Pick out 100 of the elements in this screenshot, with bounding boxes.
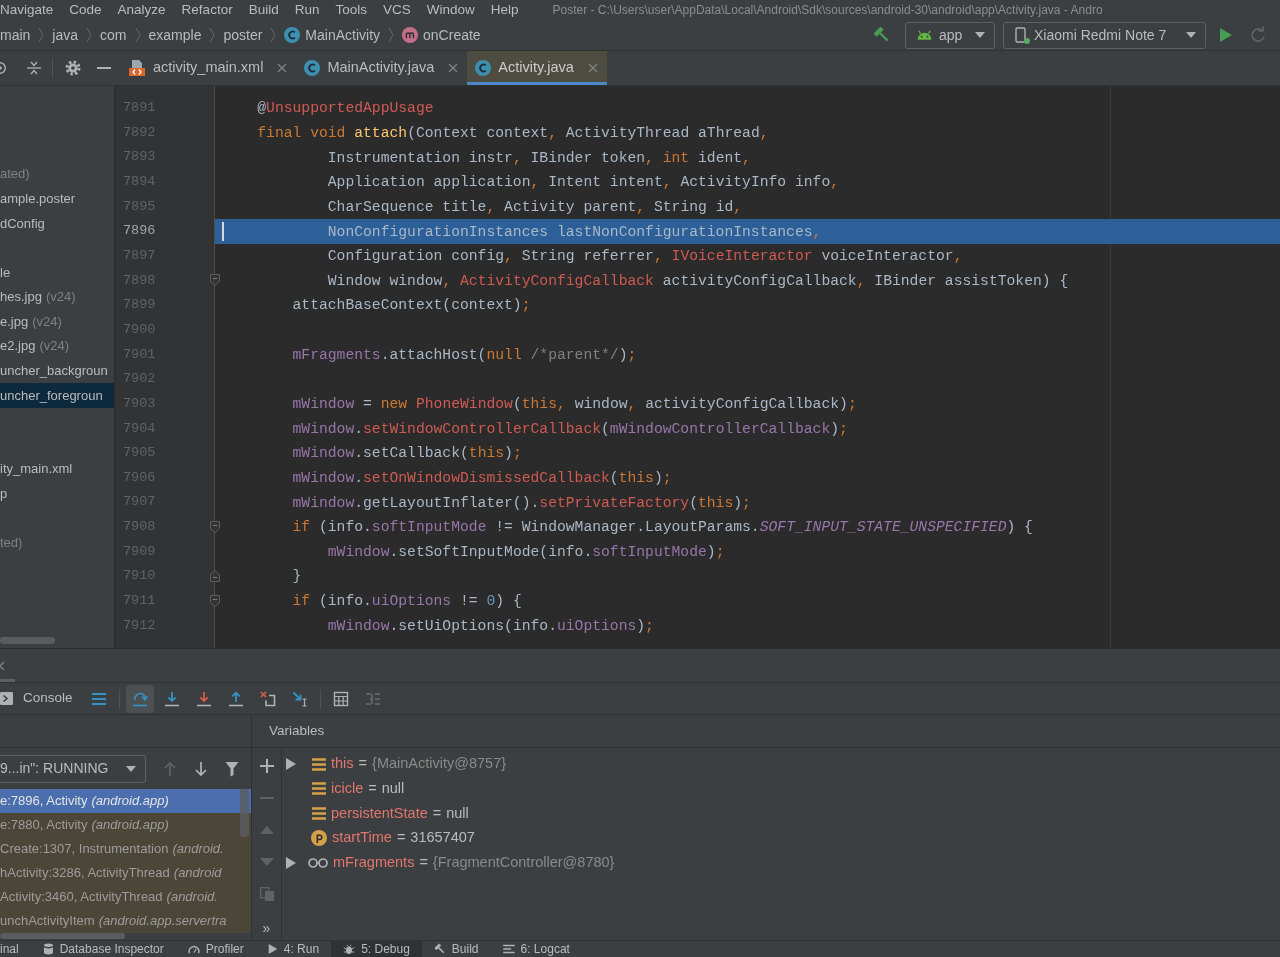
- console-icon: [0, 692, 13, 705]
- triangle-up-icon: [259, 826, 274, 834]
- settings-icon[interactable]: [65, 60, 81, 76]
- tree-item[interactable]: hes.jpg (v24): [0, 284, 76, 310]
- stripes-icon: [312, 782, 326, 796]
- editor-tab[interactable]: MainActivity.java: [296, 51, 468, 85]
- code-line: if (info.uiOptions != 0) {: [292, 592, 522, 612]
- line-number: 7896: [122, 222, 156, 241]
- caret-icon: [126, 765, 136, 772]
- xml-file-icon: [128, 59, 146, 77]
- breadcrumb[interactable]: onCreate: [402, 24, 481, 46]
- close-icon[interactable]: [587, 63, 598, 73]
- variable-entry[interactable]: mFragments = {FragmentController@8780}: [333, 851, 615, 874]
- target-icon[interactable]: [0, 61, 6, 75]
- breadcrumb[interactable]: poster: [223, 24, 263, 46]
- device-dropdown[interactable]: Xiaomi Redmi Note 7: [1003, 21, 1206, 49]
- stack-frame[interactable]: hActivity:3286, ActivityThread (android: [0, 861, 251, 885]
- tree-item[interactable]: e2.jpg (v24): [0, 333, 70, 359]
- play-icon: [1219, 27, 1233, 43]
- editor-tab[interactable]: activity_main.xml: [120, 51, 297, 85]
- menu-item[interactable]: Help: [490, 0, 519, 21]
- menu-item[interactable]: Window: [426, 0, 475, 21]
- tool-window-button[interactable]: Profiler: [175, 941, 256, 957]
- tool-window-button[interactable]: 5: Debug: [331, 941, 422, 957]
- breadcrumb[interactable]: com: [100, 24, 127, 46]
- tool-window-button[interactable]: 6: Logcat: [490, 941, 582, 957]
- tool-window-button[interactable]: 4: Run: [255, 941, 332, 957]
- console-tab[interactable]: Console: [0, 683, 81, 714]
- tree-item[interactable]: uncher_backgroun: [0, 358, 108, 384]
- breadcrumb[interactable]: MainActivity: [284, 24, 381, 46]
- tool-window-button[interactable]: Build: [421, 941, 491, 957]
- stack-frame[interactable]: e:7880, Activity (android.app): [0, 813, 251, 837]
- thread-dropdown[interactable]: 9...in": RUNNING: [0, 754, 146, 783]
- code-line: mWindow = new PhoneWindow(this, window, activityConfigCallback);: [292, 395, 857, 414]
- tree-item[interactable]: uncher_foregroun: [0, 383, 114, 408]
- breadcrumb[interactable]: main: [0, 24, 31, 46]
- breadcrumb[interactable]: java: [52, 24, 79, 46]
- stack-frame[interactable]: Create:1307, Instrumentation (android.: [0, 837, 251, 861]
- tree-item[interactable]: dConfig: [0, 210, 45, 236]
- menu-item[interactable]: Navigate: [0, 0, 54, 21]
- variable-entry[interactable]: persistentState = null: [331, 802, 469, 825]
- collapse-icon[interactable]: [26, 60, 42, 76]
- glasses-icon: [308, 857, 328, 868]
- variable-entry[interactable]: icicle = null: [331, 778, 405, 800]
- filter-button[interactable]: [225, 760, 239, 777]
- menu-item[interactable]: Tools: [335, 0, 367, 21]
- breadcrumb[interactable]: example: [148, 24, 202, 46]
- editor-tab[interactable]: Activity.java: [467, 51, 607, 85]
- tree-item[interactable]: ity_main.xml: [0, 456, 73, 482]
- chevron-icon: [388, 27, 395, 43]
- class-icon: [304, 60, 321, 76]
- menu-item[interactable]: Run: [294, 0, 320, 21]
- caret-icon: [975, 32, 985, 38]
- code-line: Instrumentation instr, IBinder token, int ident,: [327, 148, 751, 168]
- step-over-button[interactable]: [125, 684, 154, 713]
- scrollbar-thumb[interactable]: [0, 933, 125, 939]
- tree-item[interactable]: le: [0, 260, 11, 285]
- down-arrow-icon: [194, 760, 208, 777]
- stack-frame[interactable]: e:7896, Activity (android.app): [0, 789, 251, 813]
- tool-window-button[interactable]: Database Inspector: [30, 941, 176, 957]
- window-title: Poster - C:\Users\user\AppData\Local\Android\Sdk\sources\android-30\android\app\Activity.java - Andro: [552, 2, 1103, 19]
- stripes-icon: [312, 757, 326, 771]
- tool-window-button[interactable]: inal: [0, 941, 31, 957]
- code-line: mWindow.getLayoutInflater().setPrivateFactory(this);: [292, 493, 751, 513]
- menu-item[interactable]: Refactor: [181, 0, 233, 21]
- variable-entry[interactable]: startTime = 31657407: [332, 827, 475, 849]
- stack-frame[interactable]: unchActivityItem (android.app.servertra: [0, 909, 251, 933]
- run-configuration-dropdown[interactable]: app: [905, 21, 995, 49]
- close-icon[interactable]: [277, 63, 288, 73]
- menu-item[interactable]: Analyze: [117, 0, 166, 21]
- scrollbar-thumb[interactable]: [0, 637, 55, 644]
- code-line: Window window, ActivityConfigCallback activityConfigCallback, IBinder assistToken) {: [327, 271, 1069, 291]
- menu-item[interactable]: Build: [248, 0, 279, 21]
- up-arrow-icon: [227, 690, 244, 707]
- bug-icon: [343, 943, 356, 955]
- code-line: mWindow.setOnWindowDismissedCallback(this);: [292, 468, 672, 488]
- menu-item[interactable]: Code: [69, 0, 102, 21]
- lines-icon: [90, 690, 107, 707]
- class-icon: [475, 60, 492, 76]
- close-icon[interactable]: [448, 63, 459, 73]
- filter-icon: [225, 760, 239, 777]
- code-line: final void attach(Context context, ActivityThread aThread,: [257, 123, 769, 143]
- more-button[interactable]: »: [262, 920, 271, 936]
- down-arrow-icon: [195, 690, 212, 707]
- code-line: mWindow.setWindowControllerCallback(mWindowControllerCallback);: [292, 419, 848, 439]
- tree-item[interactable]: e.jpg (v24): [0, 309, 62, 334]
- tree-item[interactable]: p: [0, 481, 8, 507]
- variable-entry[interactable]: this = {MainActivity@8757}: [331, 753, 507, 776]
- p-circle-icon: [311, 830, 327, 847]
- next-frame-button[interactable]: [194, 760, 208, 777]
- minimize-icon[interactable]: [96, 67, 112, 69]
- code-line: attachBaseContext(context);: [292, 296, 531, 316]
- code-line: CharSequence title, Activity parent, String id,: [327, 197, 743, 217]
- code-line: mWindow.setUiOptions(info.uiOptions);: [327, 616, 654, 636]
- class-icon: [284, 27, 301, 43]
- minus-icon: [259, 797, 274, 799]
- menu-item[interactable]: VCS: [382, 0, 411, 21]
- scrollbar-thumb[interactable]: [240, 789, 249, 837]
- stack-frame[interactable]: Activity:3460, ActivityThread (android.: [0, 885, 251, 909]
- tree-item[interactable]: ample.poster: [0, 186, 76, 211]
